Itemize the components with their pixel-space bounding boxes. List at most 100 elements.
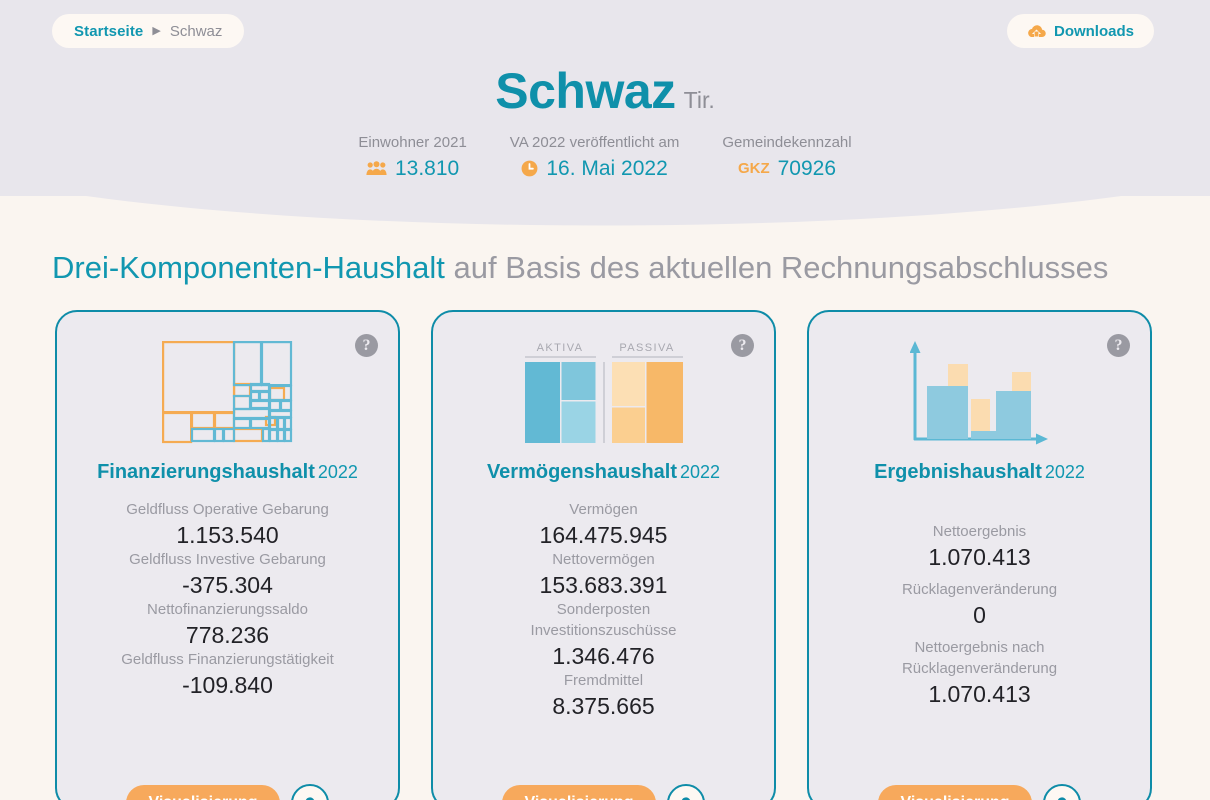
stat-va-published-value: 16. Mai 2022	[546, 156, 668, 180]
metric-label: Vermögen	[569, 501, 638, 518]
metric-label: Nettoergebnis nach Rücklagenveränderung	[901, 639, 1058, 677]
card-title-year: 2022	[680, 462, 721, 482]
component-cards: ? Finanzierungshaushalt 2022 Geldfluss O…	[55, 310, 1160, 800]
header-stats: Einwohner 2021 13.810 VA 2022 veröffentl…	[0, 134, 1210, 182]
card-ergebnishaushalt[interactable]: ? Ergebnishaushalt 2022 Nettoergebnis 1.…	[807, 310, 1152, 800]
card-actions: Visualisierung	[433, 784, 774, 800]
page-title-state: Tir.	[683, 87, 715, 113]
visualisierung-button[interactable]: Visualisierung	[502, 785, 656, 800]
aktiva-label: AKTIVA	[536, 341, 584, 354]
chevron-right-icon: ▶	[152, 24, 161, 37]
stat-gemeindekennzahl-value-row: GKZ 70926	[722, 156, 851, 182]
card-download-button[interactable]	[666, 784, 705, 800]
metric-value: 0	[973, 601, 986, 628]
metric-row: Nettoergebnis nach Rücklagenveränderung …	[902, 638, 1057, 709]
card-icon-wrapper: AKTIVA PASSIVA	[524, 340, 683, 445]
stat-va-published-value-row: 16. Mai 2022	[510, 156, 680, 182]
metric-value: 153.683.391	[539, 571, 668, 598]
metric-value: 1.346.476	[552, 642, 655, 669]
metric-row: Rücklagenveränderung 0	[902, 580, 1057, 630]
metric-row: Nettoergebnis 1.070.413	[928, 522, 1030, 572]
metric-row: Nettofinanzierungssaldo 778.236	[147, 600, 308, 650]
card-vermoegenshaushalt[interactable]: ? AKTIVA PASSIVA Vermögenshaushalt 2022 …	[431, 310, 776, 800]
card-title-year: 2022	[317, 462, 358, 482]
metric-label: Sonderposten Investitionszuschüsse	[530, 601, 677, 639]
page-root: Startseite ▶ Schwaz Downloads Schwaz Tir.…	[0, 0, 1210, 800]
help-icon[interactable]: ?	[731, 334, 754, 357]
card-title-year: 2022	[1044, 462, 1085, 482]
help-icon[interactable]: ?	[355, 334, 378, 357]
metric-value: -375.304	[182, 571, 273, 598]
breadcrumb-home-link[interactable]: Startseite	[74, 23, 143, 40]
metric-label: Fremdmittel	[563, 672, 644, 690]
header-wave-divider	[0, 182, 1210, 226]
cloud-download-icon	[1028, 24, 1046, 37]
card-download-button[interactable]	[290, 784, 329, 800]
metric-value: 164.475.945	[539, 521, 668, 548]
card-finanzierungshaushalt[interactable]: ? Finanzierungshaushalt 2022 Geldfluss O…	[55, 310, 400, 800]
visualisierung-button[interactable]: Visualisierung	[126, 785, 280, 800]
stat-gemeindekennzahl-value: 70926	[777, 156, 837, 180]
card-title-name: Ergebnishaushalt	[874, 461, 1042, 483]
metric-value: 8.375.665	[552, 692, 655, 719]
metric-row: Sonderposten Investitionszuschüsse 1.346…	[531, 600, 677, 671]
card-title: Finanzierungshaushalt 2022	[97, 461, 358, 484]
stat-va-published-label: VA 2022 veröffentlicht am	[509, 134, 680, 151]
card-icon-wrapper	[162, 340, 293, 445]
metric-row: Nettovermögen 153.683.391	[540, 550, 668, 600]
gkz-tag: GKZ	[737, 159, 770, 177]
stat-einwohner-value-row: 13.810	[358, 156, 466, 182]
section-heading-strong: Drei-Komponenten-Haushalt	[52, 250, 445, 285]
clock-icon	[521, 160, 538, 177]
cloud-download-icon	[681, 797, 691, 800]
stat-einwohner: Einwohner 2021 13.810	[358, 134, 466, 182]
card-title: Ergebnishaushalt 2022	[874, 461, 1085, 484]
metric-label: Geldfluss Finanzierungstätigkeit	[121, 651, 334, 669]
section-heading: Drei-Komponenten-Haushalt auf Basis des …	[52, 250, 1108, 286]
passiva-label: PASSIVA	[619, 341, 675, 354]
card-title-name: Finanzierungshaushalt	[97, 461, 315, 483]
stat-gemeindekennzahl-label: Gemeindekennzahl	[722, 134, 852, 151]
bar-chart-icon	[909, 340, 1048, 444]
metric-label: Geldfluss Investive Gebarung	[129, 551, 326, 569]
stat-einwohner-label: Einwohner 2021	[358, 134, 467, 151]
cloud-download-icon	[305, 797, 315, 800]
stat-va-published: VA 2022 veröffentlicht am 16. Mai 2022	[510, 134, 680, 182]
card-download-button[interactable]	[1042, 784, 1081, 800]
metric-label: Nettofinanzierungssaldo	[147, 601, 308, 619]
metric-row: Geldfluss Finanzierungstätigkeit -109.84…	[121, 650, 334, 700]
card-title-name: Vermögenshaushalt	[486, 461, 677, 483]
stat-gemeindekennzahl: Gemeindekennzahl GKZ 70926	[722, 134, 851, 182]
downloads-button-label: Downloads	[1053, 22, 1134, 40]
section-heading-light: auf Basis des aktuellen Rechnungsabschlu…	[453, 250, 1109, 285]
metric-row: Fremdmittel 8.375.665	[552, 671, 654, 721]
people-icon	[366, 161, 387, 176]
metric-label: Nettovermögen	[552, 551, 655, 569]
metric-label: Rücklagenveränderung	[901, 581, 1058, 599]
help-icon[interactable]: ?	[1107, 334, 1130, 357]
visualisierung-button[interactable]: Visualisierung	[878, 785, 1032, 800]
metric-value: -109.840	[182, 672, 273, 699]
card-actions: Visualisierung	[809, 784, 1150, 800]
metric-value: 778.236	[185, 621, 270, 648]
metric-value: 1.153.540	[176, 521, 279, 548]
page-header: Startseite ▶ Schwaz Downloads Schwaz Tir.…	[0, 0, 1210, 226]
breadcrumb: Startseite ▶ Schwaz	[52, 14, 245, 48]
card-actions: Visualisierung	[57, 784, 398, 800]
metric-row: Geldfluss Investive Gebarung -375.304	[129, 550, 326, 600]
page-title-main: Schwaz	[495, 63, 676, 119]
stat-einwohner-value: 13.810	[394, 156, 460, 180]
treemap-icon	[162, 341, 293, 444]
card-metrics: Vermögen 164.475.945 Nettovermögen 153.6…	[433, 500, 774, 800]
metric-label: Nettoergebnis	[932, 523, 1027, 540]
downloads-button[interactable]: Downloads	[1006, 14, 1154, 48]
assets-liabilities-bars-icon	[524, 361, 683, 443]
cloud-download-icon	[1057, 797, 1067, 800]
page-title: Schwaz Tir.	[0, 66, 1210, 116]
card-metrics: Geldfluss Operative Gebarung 1.153.540 G…	[57, 500, 398, 800]
card-metrics: Nettoergebnis 1.070.413 Rücklagenverände…	[809, 522, 1150, 800]
card-title: Vermögenshaushalt 2022	[487, 461, 720, 484]
metric-row: Geldfluss Operative Gebarung 1.153.540	[126, 500, 329, 550]
metric-label: Geldfluss Operative Gebarung	[126, 501, 329, 518]
metric-row: Vermögen 164.475.945	[540, 500, 668, 550]
